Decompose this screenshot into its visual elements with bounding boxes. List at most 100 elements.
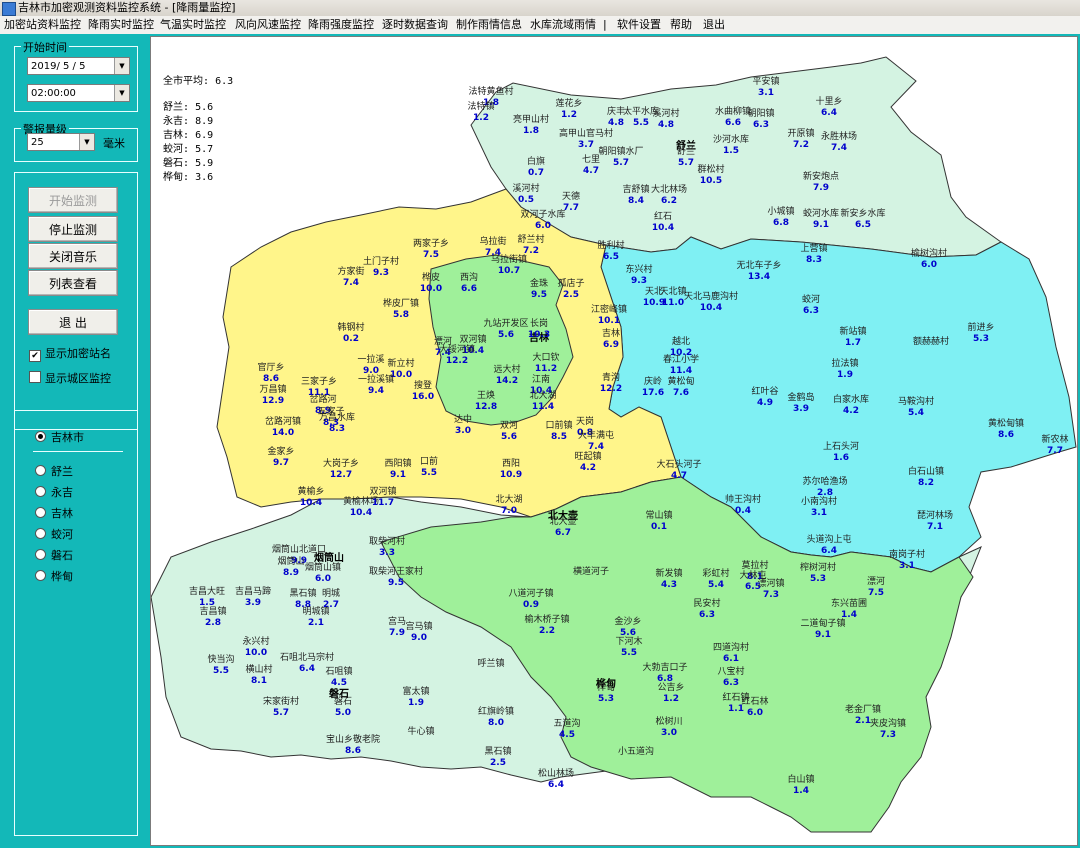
station-rain-value: 9.1 xyxy=(390,470,406,480)
station-marker: 岔路河镇 14.0 xyxy=(265,417,301,439)
station-name: 磐石 xyxy=(333,697,353,707)
station-name: 黄松甸镇 xyxy=(987,419,1025,429)
time-value: 02:00:00 xyxy=(31,88,76,99)
station-marker: 庆岭 17.6 xyxy=(642,377,664,399)
station-rain-value: 1.2 xyxy=(473,113,489,123)
exit-button[interactable]: 退 出 xyxy=(28,309,118,335)
station-rain-value: 7.4 xyxy=(343,278,359,288)
station-rain-value: 1.5 xyxy=(723,146,739,156)
menu-item-settings[interactable]: 软件设置 xyxy=(617,16,661,34)
county-avg-yongji: 永吉: 8.9 xyxy=(163,116,214,127)
chevron-down-icon[interactable]: ▼ xyxy=(114,85,129,101)
time-picker[interactable]: 02:00:00 ▼ xyxy=(27,84,130,102)
station-rain-value: 5.7 xyxy=(613,158,629,168)
region-radio-jiaohe[interactable]: 蛟河 xyxy=(35,528,73,542)
mute-music-button[interactable]: 关闭音乐 xyxy=(28,243,118,269)
menu-item-temp-realtime[interactable]: 气温实时监控 xyxy=(160,16,226,34)
station-name: 东兴苗圃 xyxy=(830,599,868,609)
menu-item-rain-realtime[interactable]: 降雨实时监控 xyxy=(88,16,154,34)
station-marker: 红叶谷 4.9 xyxy=(751,387,778,409)
station-name: 下河木 xyxy=(615,637,643,647)
station-marker: 公吉乡 1.2 xyxy=(657,683,684,705)
menu-item-wind[interactable]: 风向风速监控 xyxy=(235,16,301,34)
station-name: 搜登 xyxy=(413,381,432,391)
station-name: 金鹤岛 xyxy=(787,393,815,403)
menu-item-rain-intensity[interactable]: 降雨强度监控 xyxy=(308,16,374,34)
menu-item-station-monitor[interactable]: 加密站资料监控 xyxy=(4,16,81,34)
station-rain-value: 9.0 xyxy=(411,633,427,643)
station-marker: 万昌镇 12.9 xyxy=(259,385,286,407)
station-name: 万昌水库 xyxy=(318,413,356,423)
station-marker: 取柴河村 3.3 xyxy=(369,537,405,559)
station-rain-value: 6.0 xyxy=(315,574,331,584)
city-zone-monitor-checkbox[interactable]: 显示城区监控 xyxy=(29,371,111,386)
station-marker: 五道沟 4.5 xyxy=(553,719,580,741)
station-name: 大绥河镇 xyxy=(438,345,476,355)
region-radio-yongji[interactable]: 永吉 xyxy=(35,486,73,500)
chevron-down-icon[interactable]: ▼ xyxy=(114,58,129,74)
station-rain-value: 10.5 xyxy=(699,176,723,186)
county-avg-jiaohe: 蛟河: 5.7 xyxy=(163,144,214,155)
station-name: 二道甸子镇 xyxy=(800,619,846,629)
alert-level-select[interactable]: 25 ▼ xyxy=(27,133,95,151)
station-marker: 口前镇 8.5 xyxy=(545,421,572,443)
menu-item-hourly-query[interactable]: 逐时数据查询 xyxy=(382,16,448,34)
station-rain-value: 5.6 xyxy=(501,432,517,442)
station-marker: 一拉溪镇 9.4 xyxy=(358,375,394,397)
station-name: 双河子水库 xyxy=(520,210,566,220)
rainfall-map[interactable]: 全市平均: 6.3 舒兰: 5.6 永吉: 8.9 吉林: 6.9 蛟河: 5.… xyxy=(150,36,1078,846)
station-marker: 额赫赫村 xyxy=(913,337,949,348)
region-radio-shulan[interactable]: 舒兰 xyxy=(35,465,73,479)
station-marker: 大勃吉口子 6.8 xyxy=(642,663,687,685)
station-name: 北大壶 xyxy=(549,517,577,527)
station-name: 吉林 xyxy=(601,329,621,339)
list-view-button[interactable]: 列表查看 xyxy=(28,270,118,296)
station-name: 金珠 xyxy=(529,279,549,289)
city-average: 全市平均: 6.3 xyxy=(163,76,234,87)
menu-item-reservoir[interactable]: 水库流域雨情 xyxy=(530,16,596,34)
station-rain-value: 7.4 xyxy=(831,143,847,153)
station-marker: 呼兰镇 xyxy=(477,659,504,670)
station-name: 新安炮点 xyxy=(802,172,840,182)
stop-monitor-button[interactable]: 停止监测 xyxy=(28,216,118,242)
station-name: 官厅乡 xyxy=(257,363,285,373)
station-marker: 黑石镇 2.5 xyxy=(484,747,511,769)
station-name: 口前镇 xyxy=(545,421,573,431)
region-radio-jilin[interactable]: 吉林 xyxy=(35,507,73,521)
station-name: 八道河子镇 xyxy=(508,589,554,599)
region-radio-panshi[interactable]: 磐石 xyxy=(35,549,73,563)
station-rain-value: 1.7 xyxy=(845,338,861,348)
station-name: 亮甲山村 xyxy=(512,115,550,125)
station-marker: 金珠 9.5 xyxy=(530,279,548,301)
station-name: 孤店子 xyxy=(557,279,585,289)
station-rain-value: 1.6 xyxy=(833,453,849,463)
station-marker: 吉林 6.9 xyxy=(602,329,620,351)
station-marker: 大石头河子 4.7 xyxy=(656,460,701,482)
station-marker: 永兴村 10.0 xyxy=(242,637,269,659)
station-marker: 上石头河 1.6 xyxy=(823,442,859,464)
station-rain-value: 7.0 xyxy=(501,506,517,516)
station-marker: 蛟河水库 9.1 xyxy=(803,209,839,231)
station-marker: 远大村 14.2 xyxy=(493,365,520,387)
station-marker: 青沟 12.2 xyxy=(600,373,622,395)
menu-item-help[interactable]: 帮助 xyxy=(670,16,692,34)
show-station-names-checkbox[interactable]: ✔ 显示加密站名 xyxy=(29,347,111,362)
station-marker: 榆木桥子镇 2.2 xyxy=(524,615,569,637)
station-marker: 桦皮 10.0 xyxy=(420,273,442,295)
station-rain-value: 2.8 xyxy=(205,618,221,628)
station-rain-value: 8.3 xyxy=(806,255,822,265)
station-rain-value: 9.1 xyxy=(815,630,831,640)
station-rain-value: 9.1 xyxy=(813,220,829,230)
menu-item-exit[interactable]: 退出 xyxy=(703,16,725,34)
station-name: 桦皮 xyxy=(421,273,440,283)
region-radio-jilinshi[interactable]: 吉林市 xyxy=(35,431,84,445)
station-marker: 西阳 10.9 xyxy=(500,459,522,481)
chevron-down-icon[interactable]: ▼ xyxy=(79,134,94,150)
start-monitor-button[interactable]: 开始监测 xyxy=(28,187,118,213)
station-marker: 彩虹村 5.4 xyxy=(702,569,729,591)
date-picker[interactable]: 2019/ 5 / 5 ▼ xyxy=(27,57,130,75)
station-marker: 金沙乡 5.6 xyxy=(614,617,641,639)
region-radio-huadian[interactable]: 桦甸 xyxy=(35,570,73,584)
menu-item-rain-info[interactable]: 制作雨情信息 xyxy=(456,16,522,34)
city-zone-monitor-label: 显示城区监控 xyxy=(45,372,111,385)
